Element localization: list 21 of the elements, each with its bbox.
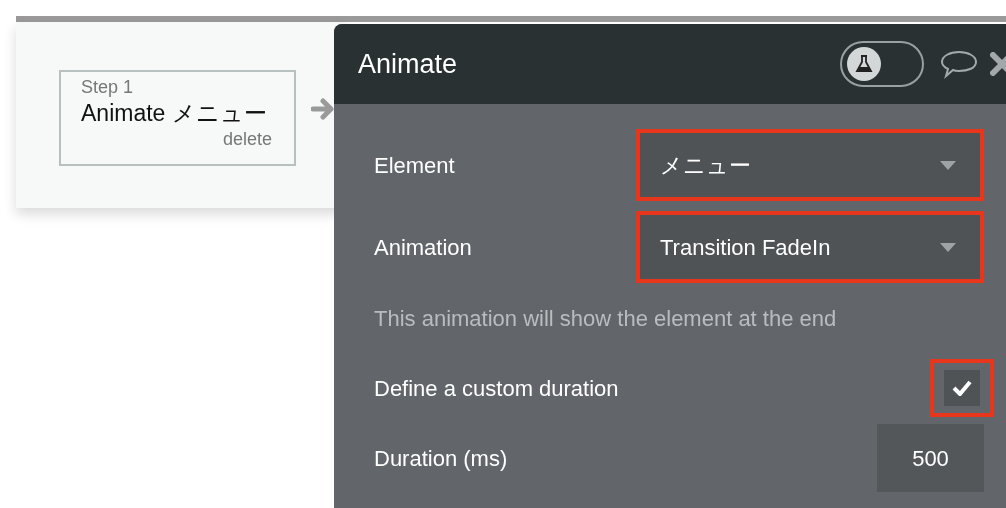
panel-title: Animate	[358, 47, 458, 81]
dropdown[interactable]: Transition FadeIn	[636, 211, 984, 283]
field-label: Duration (ms)	[374, 444, 508, 473]
caret-icon	[940, 242, 956, 252]
checkbox[interactable]	[930, 359, 994, 417]
check-icon	[952, 380, 972, 396]
field-label: Animation	[374, 233, 472, 262]
step-box[interactable]: Step 1 Animate メニュー delete	[59, 70, 296, 166]
number-field[interactable]: 500	[877, 424, 984, 492]
dropdown[interactable]: メニュー	[636, 129, 984, 201]
arrow-icon	[311, 98, 334, 120]
delete-link[interactable]: delete	[222, 128, 272, 150]
toggle-switch[interactable]	[840, 41, 924, 87]
caret-icon	[940, 160, 956, 170]
step-title: Animate メニュー	[81, 99, 267, 128]
field-label: Define a custom duration	[374, 374, 619, 403]
step-label: Step 1	[81, 76, 134, 98]
help-text: This animation will show the element at the end	[374, 304, 837, 333]
comment-icon[interactable]	[940, 49, 978, 79]
flask-icon	[847, 47, 881, 81]
field-label: Element	[374, 151, 455, 180]
